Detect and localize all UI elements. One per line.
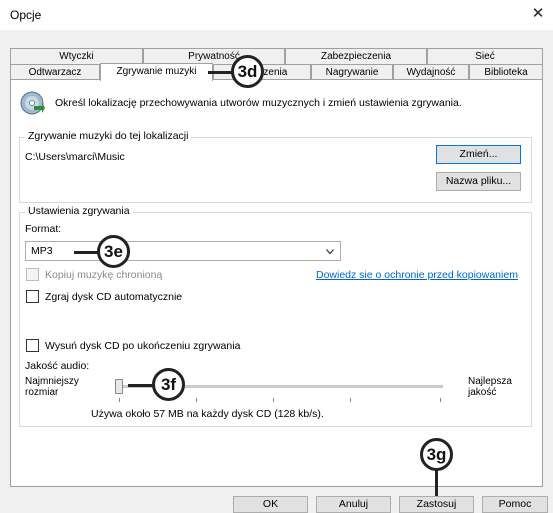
format-label: Format: (25, 223, 62, 235)
quality-min-label-line1: Najmniejszy (25, 376, 79, 387)
copy-protected-label: Kopiuj muzykę chronioną (45, 269, 163, 281)
header-description: Określ lokalizację przechowywania utworó… (55, 97, 462, 109)
callout-3g-leader (435, 470, 438, 496)
quality-max-label: Najlepsza jakość (468, 376, 512, 398)
copy-protected-checkbox[interactable] (26, 268, 39, 281)
callout-3e-badge: 3e (97, 235, 130, 268)
tab-library[interactable]: Biblioteka (469, 64, 543, 80)
window-title: Opcje (10, 8, 42, 22)
quality-min-label-line2: rozmiar (25, 387, 59, 398)
quality-max-label-line1: Najlepsza (468, 376, 512, 387)
quality-max-label-line2: jakość (468, 387, 497, 398)
slider-tick (196, 398, 197, 402)
tab-privacy[interactable]: Prywatność (143, 48, 285, 64)
tab-panel-rip-music: Określ lokalizację przechowywania utworó… (10, 79, 543, 487)
tab-row-top: Wtyczki Prywatność Zabezpieczenia Sieć (10, 48, 543, 64)
cancel-button[interactable]: Anuluj (316, 496, 391, 513)
tab-performance[interactable]: Wydajność (393, 64, 469, 80)
tab-security[interactable]: Zabezpieczenia (285, 48, 427, 64)
callout-3g-badge: 3g (420, 438, 453, 471)
close-icon[interactable]: ✕ (523, 0, 553, 30)
eject-checkbox[interactable] (26, 339, 39, 352)
ok-button[interactable]: OK (233, 496, 308, 513)
callout-3f-leader (128, 384, 154, 387)
rip-settings-group-title: Ustawienia zgrywania (25, 205, 133, 217)
rip-location-group-title: Zgrywanie muzyki do tej lokalizacji (25, 130, 192, 142)
options-dialog: Opcje ✕ Wtyczki Prywatność Zabezpieczeni… (0, 0, 553, 513)
copy-protection-link[interactable]: Dowiedz sie o ochronie przed kopiowaniem (316, 269, 518, 281)
title-bar: Opcje ✕ (0, 0, 553, 30)
eject-label: Wysuń dysk CD po ukończeniu zgrywania (45, 340, 241, 352)
quality-min-label: Najmniejszy rozmiar (25, 376, 79, 398)
slider-tick (273, 398, 274, 402)
auto-rip-label: Zgraj dysk CD automatycznie (45, 291, 183, 303)
callout-3f-badge: 3f (152, 368, 185, 401)
slider-tick (119, 398, 120, 402)
audio-quality-label: Jakość audio: (25, 360, 90, 372)
tab-plugins[interactable]: Wtyczki (10, 48, 143, 64)
help-button[interactable]: Pomoc (482, 496, 548, 513)
change-location-button[interactable]: Zmień... (436, 145, 521, 164)
callout-3e-leader (74, 251, 99, 254)
chevron-down-icon (326, 249, 334, 255)
cd-rip-icon (20, 91, 45, 115)
audio-quality-note: Używa około 57 MB na każdy dysk CD (128 … (91, 408, 324, 420)
format-select[interactable]: MP3 (25, 241, 341, 261)
tab-player[interactable]: Odtwarzacz (10, 64, 100, 80)
format-select-value: MP3 (31, 245, 53, 257)
tab-burn[interactable]: Nagrywanie (311, 64, 393, 80)
callout-3d-badge: 3d (231, 55, 264, 88)
tab-row-bottom: Odtwarzacz Zgrywanie muzyki Urządzenia N… (10, 63, 543, 81)
rip-location-path: C:\Users\marci\Music (25, 151, 125, 163)
audio-quality-slider-thumb[interactable] (115, 379, 123, 394)
tab-rip-music[interactable]: Zgrywanie muzyki (100, 63, 213, 81)
tab-network[interactable]: Sieć (427, 48, 543, 64)
apply-button[interactable]: Zastosuj (399, 496, 474, 513)
slider-tick (440, 398, 441, 402)
slider-tick (350, 398, 351, 402)
file-name-button[interactable]: Nazwa pliku... (436, 172, 521, 191)
callout-3d-leader (208, 71, 232, 74)
auto-rip-checkbox[interactable] (26, 290, 39, 303)
